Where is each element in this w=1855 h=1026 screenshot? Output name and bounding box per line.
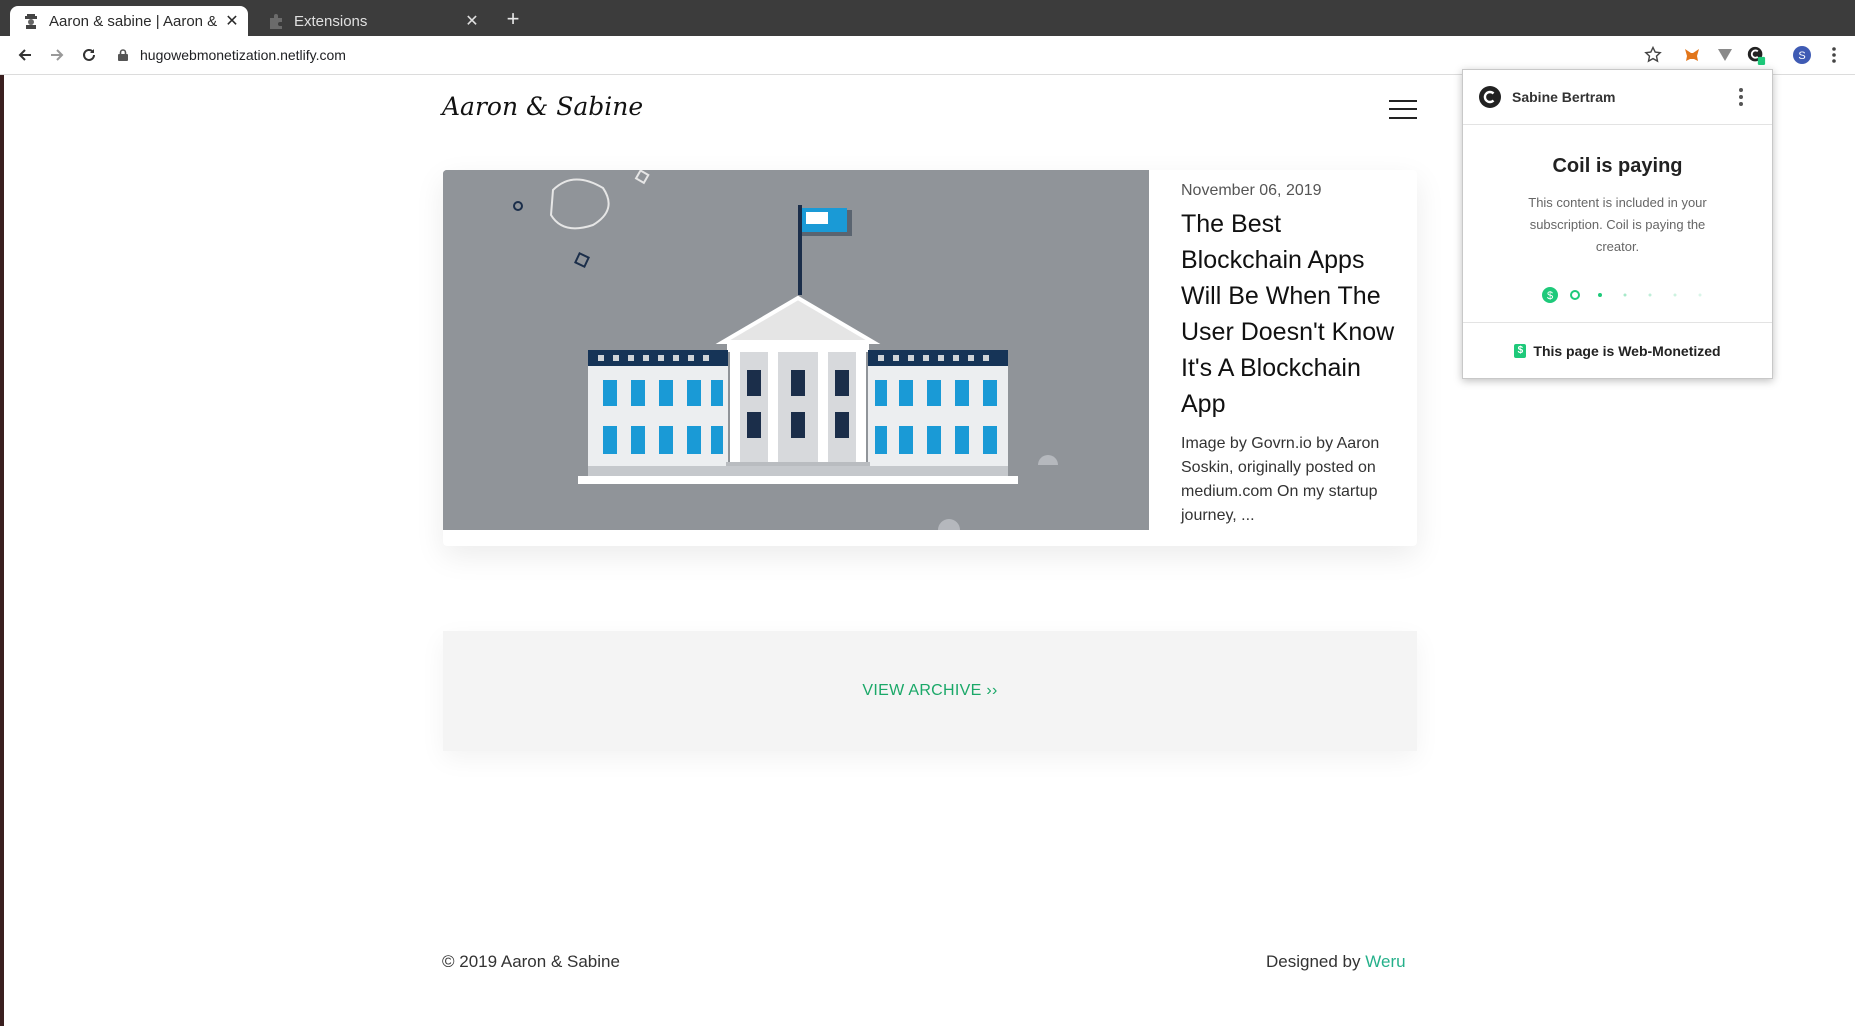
- tab-strip: Aaron & sabine | Aaron & S ✕ Extensions …: [0, 0, 1855, 36]
- popup-menu-icon[interactable]: [1738, 84, 1744, 110]
- window-edge: [0, 75, 4, 1026]
- view-archive-link[interactable]: VIEW ARCHIVE ››: [862, 682, 997, 700]
- tab-close-icon[interactable]: ✕: [221, 11, 243, 31]
- payment-progress-dots: $: [1542, 287, 1702, 303]
- archive-section: VIEW ARCHIVE ››: [443, 631, 1417, 751]
- address-bar[interactable]: hugowebmonetization.netlify.com: [118, 42, 346, 68]
- designed-by-label: Designed by: [1266, 952, 1361, 971]
- post-card[interactable]: November 06, 2019 The Best Blockchain Ap…: [443, 170, 1417, 546]
- url-text: hugowebmonetization.netlify.com: [140, 47, 346, 63]
- footer-credit: Designed by Weru: [1266, 952, 1406, 972]
- back-arrow-icon[interactable]: [11, 41, 39, 69]
- coil-popup: Sabine Bertram Coil is paying This conte…: [1462, 69, 1773, 379]
- tab-title: Extensions: [294, 12, 368, 30]
- svg-text:$: $: [1547, 290, 1553, 302]
- dollar-badge-icon: $: [1514, 343, 1527, 358]
- bookmark-star-icon[interactable]: [1643, 45, 1663, 65]
- tab-close-icon[interactable]: ✕: [461, 11, 483, 31]
- popup-user-name: Sabine Bertram: [1512, 89, 1616, 105]
- popup-footer: $ This page is Web-Monetized: [1463, 323, 1772, 378]
- profile-avatar[interactable]: S: [1792, 45, 1812, 65]
- popup-body: Coil is paying This content is included …: [1463, 125, 1772, 323]
- puzzle-favicon-icon: [268, 13, 284, 29]
- popup-description: This content is included in your subscri…: [1528, 195, 1707, 254]
- double-chevron-icon: ››: [986, 682, 998, 699]
- spy-favicon-icon: [23, 13, 39, 29]
- post-title-link[interactable]: The Best Blockchain Apps Will Be When Th…: [1181, 206, 1403, 422]
- footer-copyright: © 2019 Aaron & Sabine: [442, 952, 620, 971]
- tab-active[interactable]: Aaron & sabine | Aaron & S ✕: [10, 6, 248, 36]
- post-excerpt: Image by Govrn.io by Aaron Soskin, origi…: [1181, 435, 1380, 524]
- tab-extensions[interactable]: Extensions ✕: [255, 6, 488, 36]
- view-archive-label: VIEW ARCHIVE: [862, 682, 982, 699]
- reload-icon[interactable]: [75, 41, 103, 69]
- new-tab-button[interactable]: +: [500, 6, 526, 32]
- post-date: November 06, 2019: [1181, 182, 1322, 199]
- svg-text:S: S: [1798, 50, 1805, 62]
- post-meta: November 06, 2019 The Best Blockchain Ap…: [1181, 182, 1403, 528]
- web-monetized-label: This page is Web-Monetized: [1533, 342, 1721, 359]
- popup-status: Coil is paying: [1552, 155, 1683, 177]
- popup-header: Sabine Bertram: [1463, 70, 1772, 125]
- browser-menu-icon[interactable]: [1824, 45, 1844, 65]
- coil-extension-icon[interactable]: [1746, 45, 1766, 65]
- vpn-extension-icon[interactable]: [1715, 45, 1735, 65]
- forward-arrow-icon[interactable]: [43, 41, 71, 69]
- lock-icon: [118, 49, 128, 61]
- post-image[interactable]: [443, 170, 1149, 530]
- site-logo[interactable]: Aaron & Sabine: [442, 92, 643, 121]
- tab-title: Aaron & sabine | Aaron & S: [49, 12, 221, 30]
- metamask-fox-icon[interactable]: [1682, 45, 1702, 65]
- coil-logo-icon: [1479, 86, 1501, 108]
- hamburger-menu-icon[interactable]: [1389, 98, 1417, 120]
- designer-link[interactable]: Weru: [1365, 952, 1405, 971]
